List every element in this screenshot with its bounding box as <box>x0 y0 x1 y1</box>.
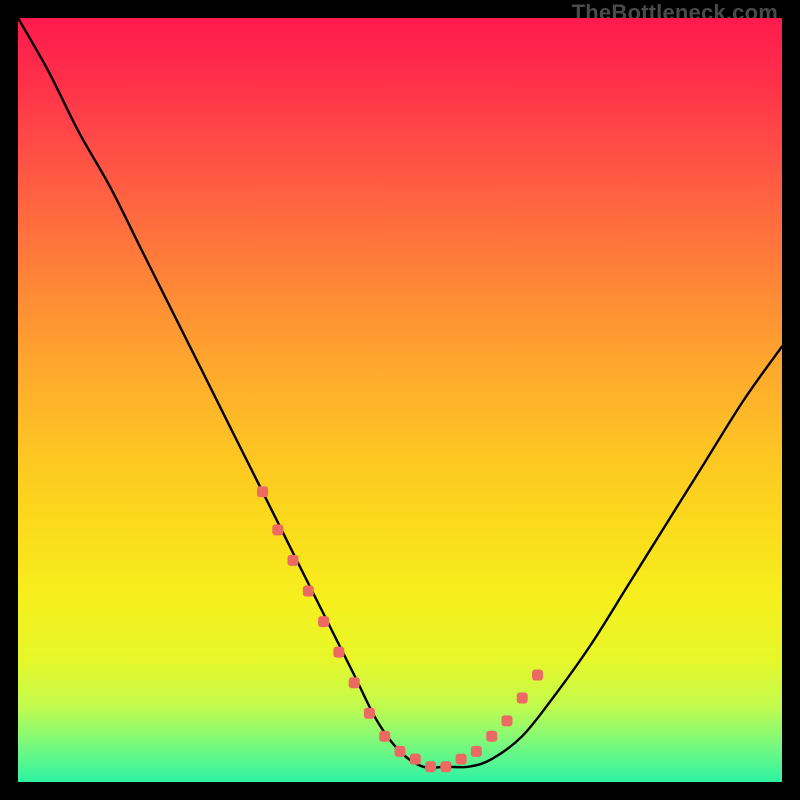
highlight-marker <box>364 708 375 719</box>
highlight-marker <box>257 486 268 497</box>
highlight-marker <box>318 616 329 627</box>
highlight-marker <box>333 647 344 658</box>
highlight-marker <box>532 670 543 681</box>
chart-svg <box>18 18 782 782</box>
highlight-marker <box>517 693 528 704</box>
highlight-marker <box>440 761 451 772</box>
highlight-marker <box>471 746 482 757</box>
highlight-marker <box>303 586 314 597</box>
highlight-marker <box>486 731 497 742</box>
highlight-marker <box>379 731 390 742</box>
highlight-marker <box>502 715 513 726</box>
highlight-marker <box>425 761 436 772</box>
highlight-marker <box>456 754 467 765</box>
highlight-marker <box>272 524 283 535</box>
highlight-marker <box>395 746 406 757</box>
bottleneck-curve-path <box>18 18 782 768</box>
chart-stage: TheBottleneck.com <box>0 0 800 800</box>
highlight-markers <box>257 486 543 772</box>
chart-plot-area <box>18 18 782 782</box>
highlight-marker <box>410 754 421 765</box>
highlight-marker <box>349 677 360 688</box>
highlight-marker <box>288 555 299 566</box>
